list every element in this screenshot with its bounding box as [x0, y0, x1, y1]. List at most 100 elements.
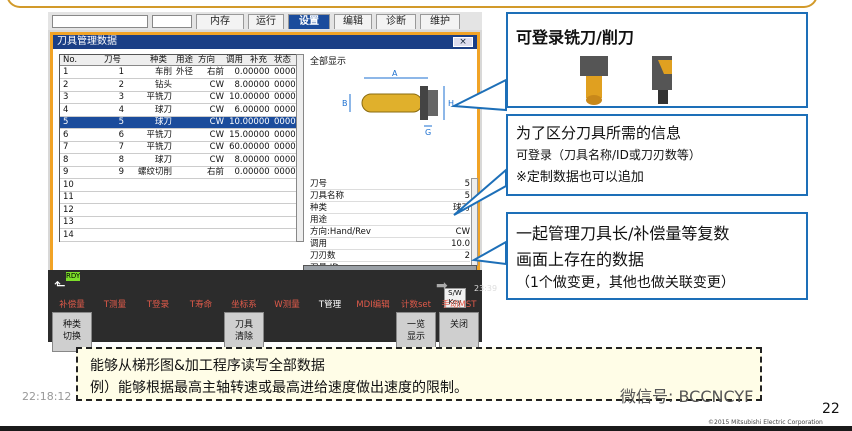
- table-row[interactable]: 6 6 平铣刀 CW 15.0 0000 0000: [60, 130, 300, 142]
- softkey-menu-2[interactable]: T登录: [138, 298, 178, 312]
- table-cell: 0000: [248, 104, 270, 115]
- table-cell: 7: [118, 142, 124, 152]
- table-cell: 0000: [248, 129, 270, 140]
- table-row[interactable]: 11: [60, 192, 300, 204]
- col-use: 用途: [176, 55, 194, 65]
- table-row[interactable]: 10: [60, 180, 300, 192]
- table-cell: 9: [63, 167, 69, 177]
- detail-key: 种类: [310, 203, 328, 213]
- table-cell: 平铣刀: [146, 92, 172, 102]
- callout2-line1: 为了区分刀具所需的信息: [516, 124, 682, 142]
- table-row[interactable]: 9 9 螺纹切削 右前 0.0 0000 0000: [60, 167, 300, 179]
- softkey-menu-7[interactable]: MDI编辑: [353, 298, 393, 312]
- detail-key: 刀具名称: [310, 191, 345, 201]
- table-cell: 0000: [274, 142, 296, 152]
- tab-memory[interactable]: 内存: [196, 14, 244, 29]
- table-cell: CW: [209, 79, 224, 90]
- table-row[interactable]: 8 8 球刀 CW 8.0 0000 0000: [60, 155, 300, 167]
- table-row[interactable]: 2 2 钻头 CW 8.0 0000 0000: [60, 80, 300, 92]
- table-cell: 0000: [274, 167, 296, 177]
- callout-tool-info: 为了区分刀具所需的信息 可登录（刀具名称/ID或刀刃数等） ※定制数据也可以追加: [506, 114, 808, 196]
- col-type: 种类: [150, 55, 168, 65]
- table-cell: 1: [63, 67, 69, 77]
- table-cell: CW: [209, 117, 224, 127]
- table-cell: 8: [63, 154, 69, 165]
- softkey-menu-4[interactable]: 坐标系: [224, 298, 264, 312]
- table-cell: 外径: [176, 67, 194, 77]
- table-row[interactable]: 14: [60, 230, 300, 242]
- table-cell: 0000: [274, 104, 296, 115]
- table-cell: 0000: [248, 142, 270, 152]
- table-row[interactable]: 3 3 平铣刀 CW 10.0 0000 0000: [60, 92, 300, 104]
- table-cell: 平铣刀: [146, 142, 172, 152]
- table-cell: CW: [209, 92, 224, 102]
- detail-key: 刀号: [310, 179, 328, 189]
- tab-bar-blank: [52, 15, 148, 28]
- softkey-menu-1[interactable]: T测量: [95, 298, 135, 312]
- callout3-line3: （1个做变更，其他也做关联变更）: [516, 275, 735, 291]
- table-cell: 4: [63, 104, 69, 115]
- table-cell: 0000: [248, 67, 270, 77]
- tab-edit[interactable]: 编辑: [334, 14, 372, 29]
- dim-label-a: A: [392, 69, 398, 78]
- tab-run[interactable]: 运行: [248, 14, 284, 29]
- table-row[interactable]: 1 1 车削 外径 右前 0.0 0000 0000: [60, 67, 300, 79]
- table-cell: 0.0: [234, 167, 248, 177]
- table-cell: 60.0: [229, 142, 248, 152]
- table-cell: 0000: [248, 92, 270, 102]
- softkey-menu-3[interactable]: T寿命: [181, 298, 221, 312]
- table-scrollbar[interactable]: [296, 54, 304, 242]
- table-cell: CW: [209, 104, 224, 115]
- table-cell: 0000: [274, 117, 296, 127]
- tab-setup[interactable]: 设置: [288, 14, 330, 29]
- copyright: ©2015 Mitsubishi Electric Corporation: [708, 419, 823, 426]
- table-cell: 9: [118, 167, 124, 177]
- menu-up-icon[interactable]: ⬑: [54, 278, 66, 294]
- col-direction: 方向: [198, 55, 216, 65]
- table-cell: 12: [63, 204, 74, 215]
- table-cell: 15.0: [229, 129, 248, 140]
- callout2-line3: ※定制数据也可以追加: [516, 170, 644, 185]
- table-cell: 钻头: [154, 79, 172, 90]
- softkey-menu-9[interactable]: 手动MST: [439, 298, 479, 312]
- softkey-function-0[interactable]: 种类 切换: [52, 312, 92, 352]
- softkey-function-4[interactable]: 刀具 清除: [224, 312, 264, 352]
- detail-key: 刀刃数: [310, 251, 336, 261]
- table-header: No. 刀号 种类 用途 方向 调用 补充 状态: [60, 55, 300, 66]
- dim-label-g: G: [425, 128, 431, 137]
- table-row[interactable]: 4 4 球刀 CW 6.0 0000 0000: [60, 105, 300, 117]
- softkey-menu-0[interactable]: 补偿量: [52, 298, 92, 312]
- table-row[interactable]: 13: [60, 217, 300, 229]
- callout2-line2: 可登录（刀具名称/ID或刀刃数等）: [516, 148, 701, 162]
- softkey-function-9[interactable]: 关闭: [439, 312, 479, 352]
- footer-bar: [0, 426, 852, 431]
- table-cell: 4: [118, 104, 124, 115]
- table-cell: CW: [209, 129, 224, 140]
- table-cell: 10: [63, 179, 74, 190]
- softkey-menu-8[interactable]: 计数set: [396, 298, 436, 312]
- table-row[interactable]: 5 5 球刀 CW 10.0 0000 0000: [60, 117, 300, 129]
- table-cell: 8.0: [234, 154, 248, 165]
- note-line1: 能够从梯形图&加工程序读写全部数据: [90, 358, 325, 374]
- table-cell: 6.0: [234, 104, 248, 115]
- table-cell: 7: [63, 142, 69, 152]
- table-cell: 0000: [248, 117, 270, 127]
- table-cell: 8: [118, 154, 124, 165]
- dim-label-b: B: [342, 99, 348, 108]
- callout-title: 可登录铣刀/削刀: [516, 28, 634, 47]
- tab-bar: 内存 运行 设置 编辑 诊断 维护: [48, 12, 482, 30]
- table-cell: 0000: [274, 129, 296, 140]
- tool-table: No. 刀号 种类 用途 方向 调用 补充 状态 1 1 车削 外径 右前 0.0 0000…: [59, 54, 300, 242]
- menu-next-icon[interactable]: ➡: [436, 278, 448, 294]
- table-cell: 球刀: [154, 154, 172, 165]
- table-row[interactable]: 12: [60, 205, 300, 217]
- tab-diagnosis[interactable]: 诊断: [376, 14, 416, 29]
- table-cell: 车削: [154, 67, 172, 77]
- softkey-menu-6[interactable]: T管理: [310, 298, 350, 312]
- softkey-function-8[interactable]: 一览 显示: [396, 312, 436, 352]
- softkey-menu-5[interactable]: W测量: [267, 298, 307, 312]
- table-cell: 10.0: [229, 117, 248, 127]
- milling-tool-icon: [580, 56, 608, 105]
- table-row[interactable]: 7 7 平铣刀 CW 60.0 0000 0000: [60, 142, 300, 154]
- table-cell: 13: [63, 217, 74, 227]
